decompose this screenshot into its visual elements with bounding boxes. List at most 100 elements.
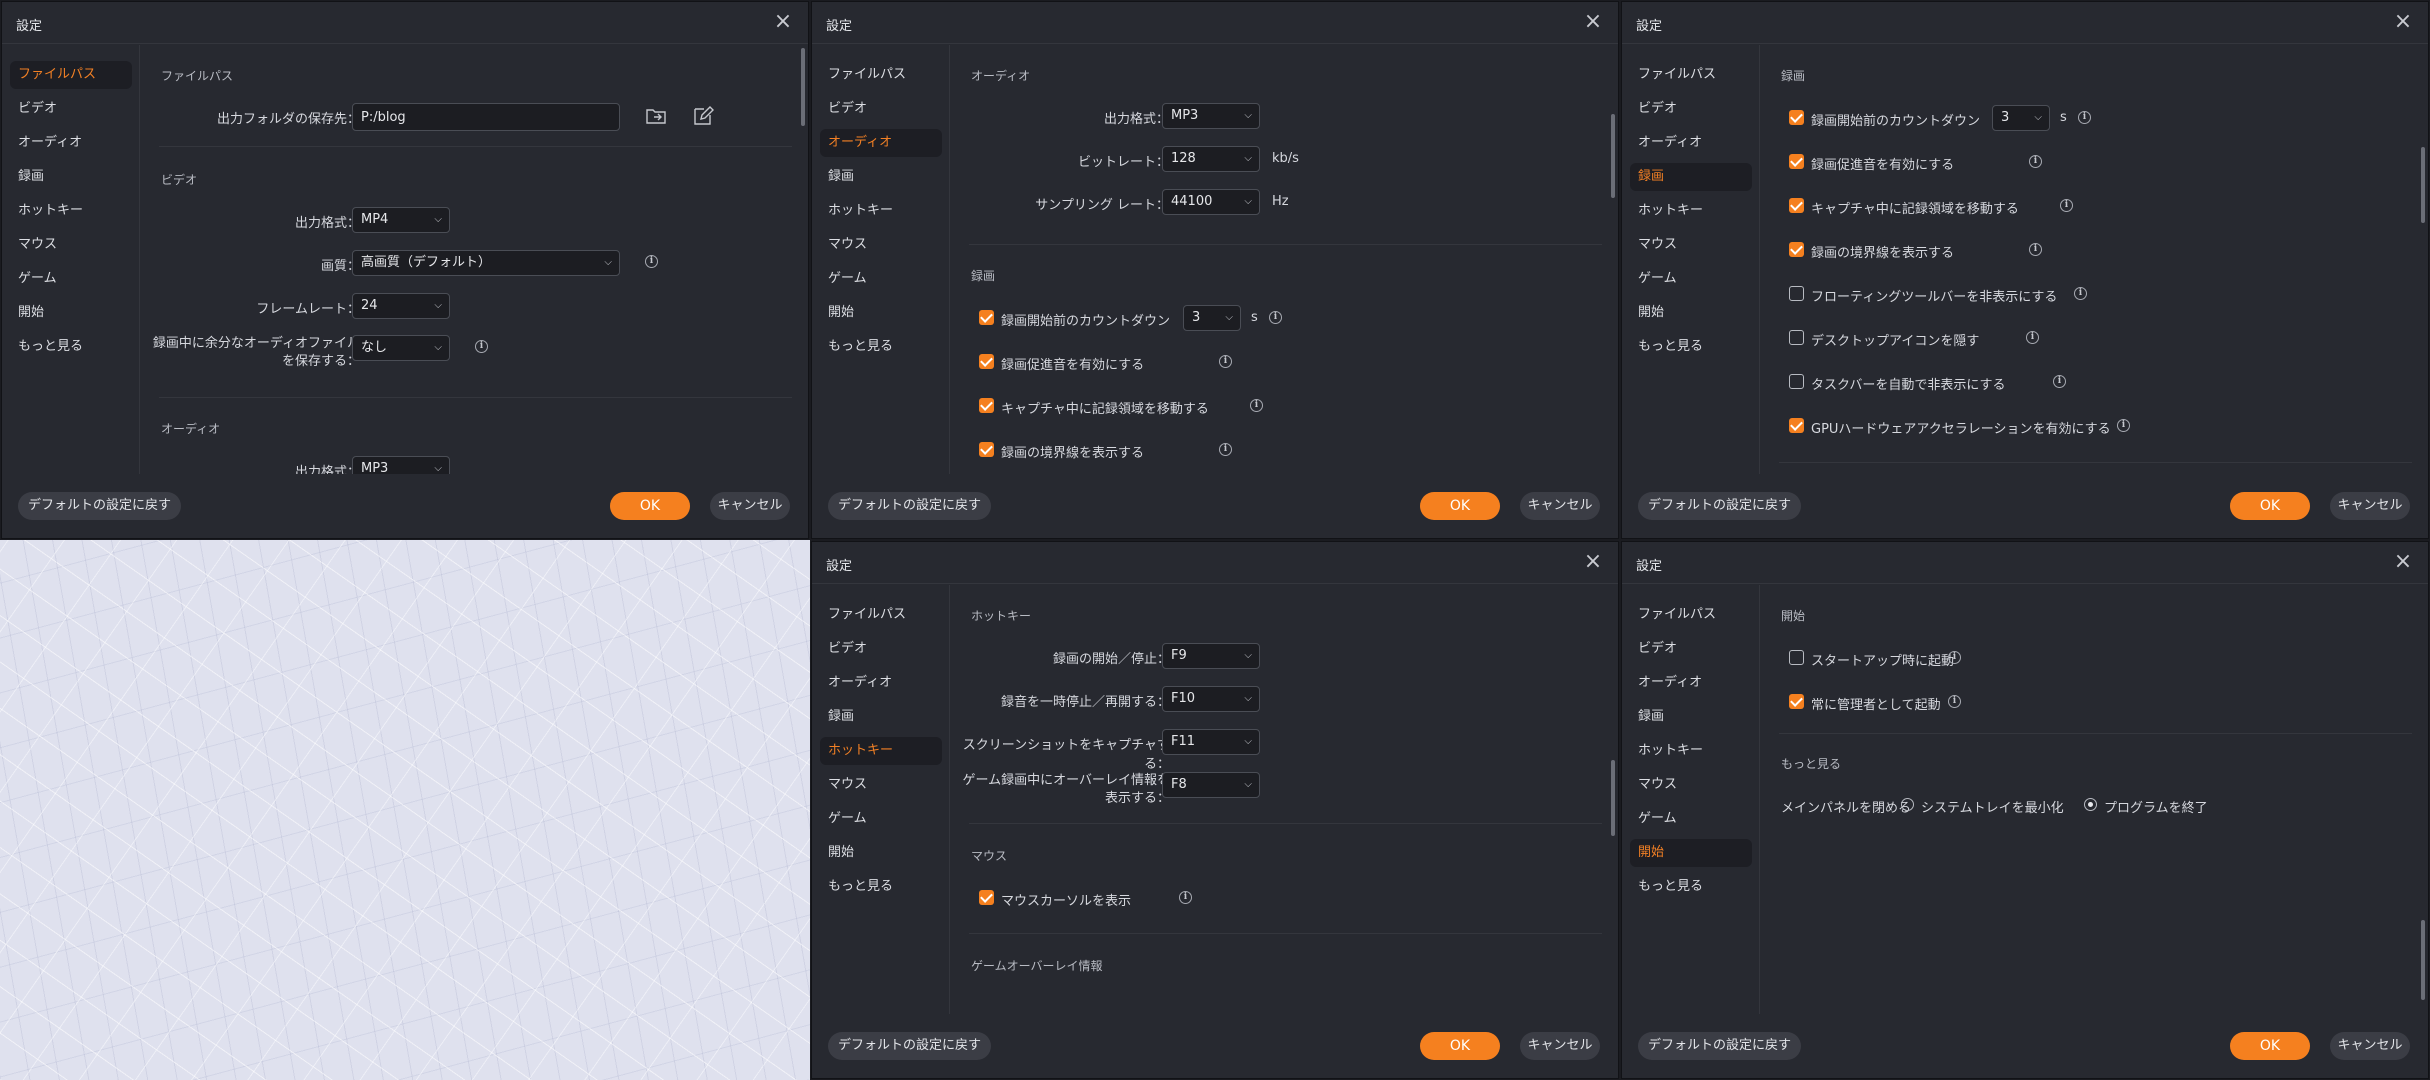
info-icon[interactable]: i (2029, 155, 2042, 168)
info-icon[interactable]: i (645, 255, 658, 268)
info-icon[interactable]: i (2053, 375, 2066, 388)
sidebar-item-audio[interactable]: オーディオ (820, 129, 942, 157)
info-icon[interactable]: i (2078, 111, 2091, 124)
sidebar-item-audio[interactable]: オーディオ (820, 669, 942, 697)
sidebar-item-more[interactable]: もっと見る (820, 873, 942, 901)
info-icon[interactable]: i (1250, 399, 1263, 412)
sidebar-item-game[interactable]: ゲーム (1630, 265, 1752, 293)
beep-checkbox[interactable] (979, 354, 994, 369)
extra-audio-select[interactable]: なし ⌵ (352, 335, 450, 361)
restore-defaults-button[interactable]: デフォルトの設定に戻す (18, 492, 182, 520)
sidebar-item-recording[interactable]: 録画 (10, 163, 132, 191)
cancel-button[interactable]: キャンセル (2330, 1032, 2410, 1060)
sidebar-item-mouse[interactable]: マウス (1630, 231, 1752, 259)
sidebar-item-mouse[interactable]: マウス (1630, 771, 1752, 799)
sidebar-item-hotkey[interactable]: ホットキー (10, 197, 132, 225)
cancel-button[interactable]: キャンセル (1520, 1032, 1600, 1060)
hide-toolbar-checkbox[interactable] (1789, 286, 1804, 301)
info-icon[interactable]: i (2060, 199, 2073, 212)
border-checkbox[interactable] (1789, 242, 1804, 257)
sidebar-item-recording[interactable]: 録画 (820, 703, 942, 731)
sidebar-item-filepath[interactable]: ファイルパス (10, 61, 132, 89)
sidebar-item-recording[interactable]: 録画 (820, 163, 942, 191)
video-format-select[interactable]: MP4 ⌵ (352, 207, 450, 233)
framerate-select[interactable]: 24 ⌵ (352, 293, 450, 319)
sidebar-item-more[interactable]: もっと見る (1630, 873, 1752, 901)
beep-checkbox[interactable] (1789, 154, 1804, 169)
sidebar-item-game[interactable]: ゲーム (10, 265, 132, 293)
sidebar-item-audio[interactable]: オーディオ (1630, 669, 1752, 697)
border-checkbox[interactable] (979, 442, 994, 457)
ok-button[interactable]: OK (2230, 1032, 2310, 1060)
close-icon[interactable]: × (2390, 10, 2416, 36)
sidebar-item-video[interactable]: ビデオ (1630, 95, 1752, 123)
close-icon[interactable]: × (2390, 550, 2416, 576)
info-icon[interactable]: i (2029, 243, 2042, 256)
audio-format-select[interactable]: MP3 ⌵ (1162, 103, 1260, 129)
gpu-acceleration-checkbox[interactable] (1789, 418, 1804, 433)
countdown-checkbox[interactable] (1789, 110, 1804, 125)
exit-program-radio[interactable] (2084, 798, 2097, 811)
close-icon[interactable]: × (1580, 550, 1606, 576)
overlay-select[interactable]: F8 ⌵ (1162, 772, 1260, 798)
audio-format-select[interactable]: MP3 ⌵ (352, 456, 450, 474)
scrollbar[interactable] (2421, 920, 2425, 1000)
info-icon[interactable]: i (1269, 311, 1282, 324)
move-region-checkbox[interactable] (979, 398, 994, 413)
hide-desktop-icons-checkbox[interactable] (1789, 330, 1804, 345)
sidebar-item-video[interactable]: ビデオ (820, 95, 942, 123)
info-icon[interactable]: i (475, 340, 488, 353)
sidebar-item-game[interactable]: ゲーム (820, 265, 942, 293)
sidebar-item-mouse[interactable]: マウス (820, 771, 942, 799)
ok-button[interactable]: OK (2230, 492, 2310, 520)
sidebar-item-audio[interactable]: オーディオ (10, 129, 132, 157)
move-region-checkbox[interactable] (1789, 198, 1804, 213)
info-icon[interactable]: i (2117, 419, 2130, 432)
countdown-select[interactable]: 3 ⌵ (1992, 105, 2050, 131)
ok-button[interactable]: OK (1420, 492, 1500, 520)
output-folder-input[interactable] (352, 103, 620, 131)
sampling-rate-select[interactable]: 44100 ⌵ (1162, 189, 1260, 215)
startup-checkbox[interactable] (1789, 650, 1804, 665)
close-icon[interactable]: × (770, 10, 796, 36)
sidebar-item-video[interactable]: ビデオ (1630, 635, 1752, 663)
start-stop-select[interactable]: F9 ⌵ (1162, 643, 1260, 669)
sidebar-item-video[interactable]: ビデオ (10, 95, 132, 123)
close-icon[interactable]: × (1580, 10, 1606, 36)
sidebar-item-filepath[interactable]: ファイルパス (820, 61, 942, 89)
pause-select[interactable]: F10 ⌵ (1162, 686, 1260, 712)
scrollbar[interactable] (2421, 147, 2425, 223)
sidebar-item-hotkey[interactable]: ホットキー (820, 197, 942, 225)
sidebar-item-start[interactable]: 開始 (820, 839, 942, 867)
restore-defaults-button[interactable]: デフォルトの設定に戻す (828, 492, 992, 520)
sidebar-item-filepath[interactable]: ファイルパス (1630, 601, 1752, 629)
cancel-button[interactable]: キャンセル (710, 492, 790, 520)
cancel-button[interactable]: キャンセル (2330, 492, 2410, 520)
info-icon[interactable]: i (1219, 355, 1232, 368)
info-icon[interactable]: i (2074, 287, 2087, 300)
sidebar-item-recording[interactable]: 録画 (1630, 163, 1752, 191)
sidebar-item-audio[interactable]: オーディオ (1630, 129, 1752, 157)
scrollbar[interactable] (801, 48, 805, 126)
restore-defaults-button[interactable]: デフォルトの設定に戻す (828, 1032, 992, 1060)
ok-button[interactable]: OK (610, 492, 690, 520)
sidebar-item-hotkey[interactable]: ホットキー (1630, 197, 1752, 225)
open-folder-icon[interactable] (643, 103, 669, 129)
sidebar-item-hotkey[interactable]: ホットキー (820, 737, 942, 765)
sidebar-item-start[interactable]: 開始 (820, 299, 942, 327)
info-icon[interactable]: i (2026, 331, 2039, 344)
hide-taskbar-checkbox[interactable] (1789, 374, 1804, 389)
sidebar-item-more[interactable]: もっと見る (820, 333, 942, 361)
info-icon[interactable]: i (1948, 695, 1961, 708)
sidebar-item-game[interactable]: ゲーム (1630, 805, 1752, 833)
scrollbar[interactable] (1611, 114, 1615, 198)
sidebar-item-start[interactable]: 開始 (10, 299, 132, 327)
sidebar-item-start[interactable]: 開始 (1630, 299, 1752, 327)
ok-button[interactable]: OK (1420, 1032, 1500, 1060)
sidebar-item-hotkey[interactable]: ホットキー (1630, 737, 1752, 765)
sidebar-item-recording[interactable]: 録画 (1630, 703, 1752, 731)
restore-defaults-button[interactable]: デフォルトの設定に戻す (1638, 492, 1802, 520)
run-as-admin-checkbox[interactable] (1789, 694, 1804, 709)
sidebar-item-mouse[interactable]: マウス (10, 231, 132, 259)
bitrate-select[interactable]: 128 ⌵ (1162, 146, 1260, 172)
